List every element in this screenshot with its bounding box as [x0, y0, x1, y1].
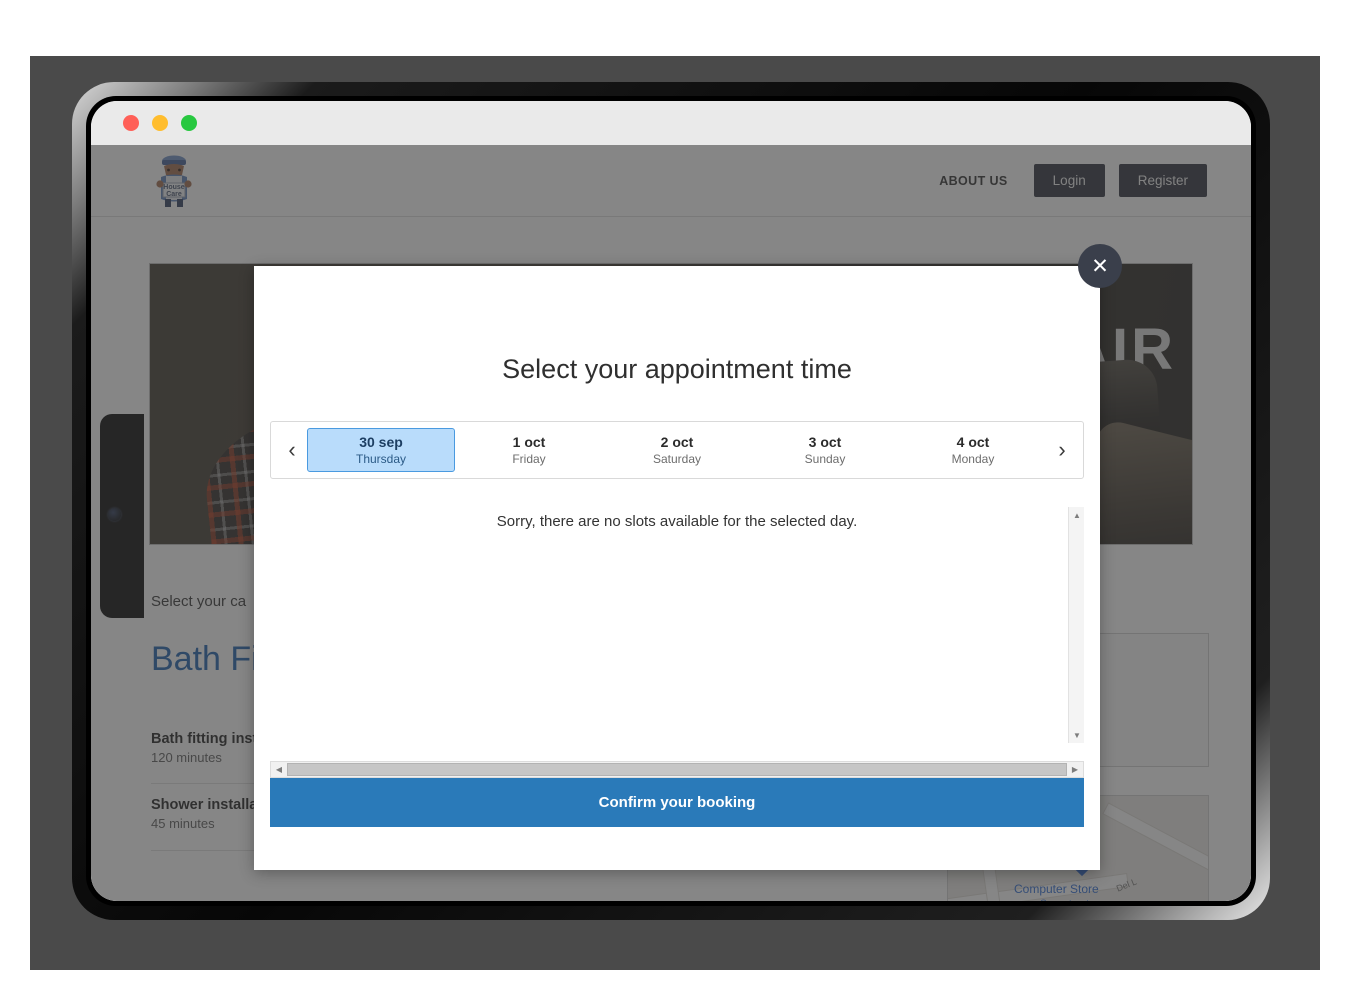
scroll-left-icon[interactable]: ◀	[271, 762, 287, 777]
date-cell-1[interactable]: 1 oct Friday	[455, 428, 603, 472]
browser-viewport: House Care ABOUT US Login Registe	[91, 101, 1251, 901]
date-day: 3 oct	[808, 434, 842, 450]
window-maximize-button[interactable]	[181, 115, 197, 131]
window-close-button[interactable]	[123, 115, 139, 131]
tablet-device-frame: House Care ABOUT US Login Registe	[72, 82, 1270, 920]
confirm-booking-button[interactable]: Confirm your booking	[270, 778, 1084, 827]
date-list: 30 sep Thursday 1 oct Friday 2 oct Satur…	[307, 422, 1047, 478]
modal-title: Select your appointment time	[502, 354, 852, 384]
date-selector: ‹ 30 sep Thursday 1 oct Friday 2 oct Sat…	[270, 421, 1084, 479]
scroll-down-icon[interactable]: ▼	[1069, 727, 1085, 743]
date-weekday: Friday	[512, 452, 546, 466]
browser-title-bar	[91, 101, 1251, 145]
date-weekday: Thursday	[355, 452, 407, 466]
date-cell-4[interactable]: 4 oct Monday	[899, 428, 1047, 472]
stage: House Care ABOUT US Login Registe	[0, 0, 1350, 1000]
horizontal-scrollbar[interactable]: ◀ ▶	[270, 761, 1084, 778]
date-day: 2 oct	[660, 434, 694, 450]
date-day: 4 oct	[956, 434, 990, 450]
device-inner-bezel: House Care ABOUT US Login Registe	[86, 96, 1256, 906]
scroll-up-icon[interactable]: ▲	[1069, 507, 1085, 523]
date-cell-3[interactable]: 3 oct Sunday	[751, 428, 899, 472]
scroll-right-icon[interactable]: ▶	[1067, 762, 1083, 777]
date-cell-0[interactable]: 30 sep Thursday	[307, 428, 455, 472]
chevron-left-icon[interactable]: ‹	[277, 439, 307, 461]
chevron-right-icon[interactable]: ›	[1047, 439, 1077, 461]
date-day: 1 oct	[512, 434, 546, 450]
window-minimize-button[interactable]	[152, 115, 168, 131]
vertical-scrollbar[interactable]: ▲ ▼	[1068, 507, 1084, 743]
date-cell-2[interactable]: 2 oct Saturday	[603, 428, 751, 472]
appointment-modal: ✕ Select your appointment time ‹ 30 sep …	[254, 244, 1122, 870]
date-weekday: Monday	[951, 452, 995, 466]
web-page: House Care ABOUT US Login Registe	[91, 145, 1251, 901]
date-day: 30 sep	[359, 434, 403, 450]
scrollbar-thumb[interactable]	[287, 763, 1067, 776]
slots-scroll-area: Sorry, there are no slots available for …	[270, 507, 1084, 755]
close-icon[interactable]: ✕	[1078, 244, 1122, 288]
no-slots-message: Sorry, there are no slots available for …	[496, 513, 858, 530]
date-weekday: Sunday	[804, 452, 846, 466]
date-weekday: Saturday	[652, 452, 702, 466]
